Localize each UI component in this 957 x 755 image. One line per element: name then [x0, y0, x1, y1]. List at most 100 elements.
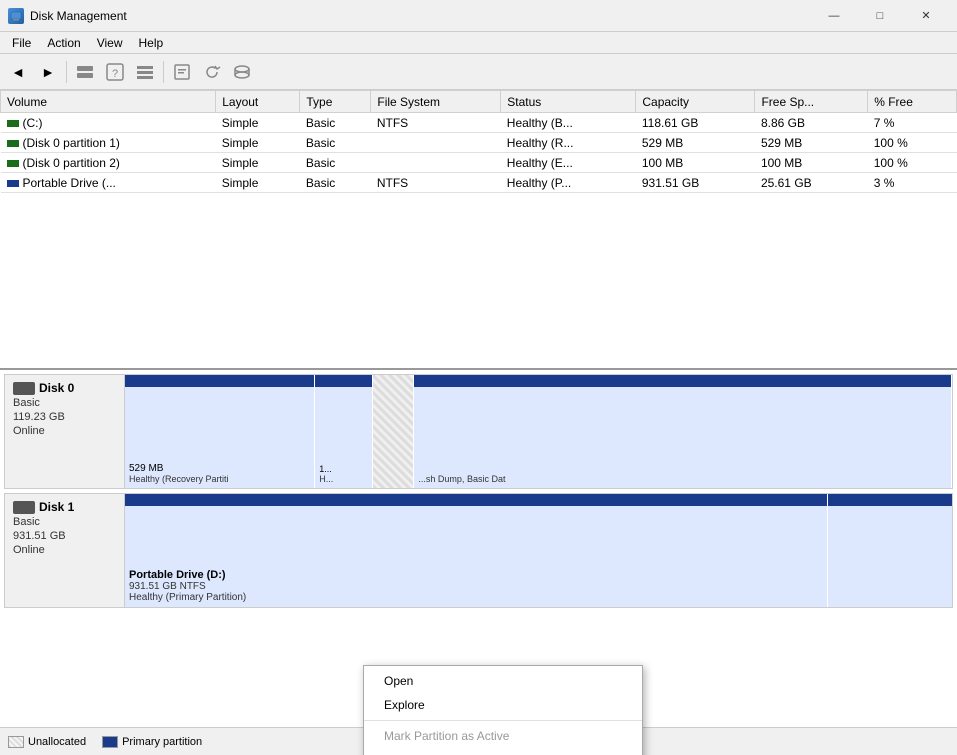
cell-status: Healthy (B...	[501, 113, 636, 133]
cell-layout: Simple	[216, 113, 300, 133]
forward-button[interactable]: ►	[34, 58, 62, 86]
disk-1-type: Basic	[13, 516, 116, 528]
window-title: Disk Management	[30, 9, 127, 23]
menu-help[interactable]: Help	[131, 32, 172, 54]
cell-type: Basic	[300, 153, 371, 173]
cell-layout: Simple	[216, 133, 300, 153]
col-free[interactable]: Free Sp...	[755, 91, 868, 113]
minimize-button[interactable]: —	[811, 0, 857, 32]
disk-0-row: Disk 0 Basic 119.23 GB Online 529 MB Hea…	[4, 374, 953, 489]
back-button[interactable]: ◄	[4, 58, 32, 86]
col-pct[interactable]: % Free	[868, 91, 957, 113]
context-menu-item[interactable]: Change Drive Letter and Paths…	[364, 748, 642, 755]
refresh-button[interactable]	[198, 58, 226, 86]
volume-table: Volume Layout Type File System Status Ca…	[0, 90, 957, 193]
context-menu-item[interactable]: Explore	[364, 693, 642, 717]
close-button[interactable]: ✕	[903, 0, 949, 32]
svg-text:?: ?	[112, 68, 118, 80]
disk-0-size: 119.23 GB	[13, 411, 116, 423]
disk-0-partition-1[interactable]: 529 MB Healthy (Recovery Partiti	[125, 375, 315, 488]
cell-volume: (Disk 0 partition 2)	[1, 153, 216, 173]
context-menu-separator	[364, 720, 642, 721]
cell-free: 100 MB	[755, 153, 868, 173]
cell-status: Healthy (R...	[501, 133, 636, 153]
cell-pct: 3 %	[868, 173, 957, 193]
disk-0-name: Disk 0	[13, 381, 116, 395]
legend-primary-swatch	[102, 736, 118, 748]
disk-1-row: Disk 1 Basic 931.51 GB Online Portable D…	[4, 493, 953, 608]
cell-capacity: 118.61 GB	[636, 113, 755, 133]
disk-button[interactable]	[228, 58, 256, 86]
menu-action[interactable]: Action	[39, 32, 88, 54]
disk-0-partition-3[interactable]: ...sh Dump, Basic Dat	[414, 375, 952, 488]
cell-capacity: 100 MB	[636, 153, 755, 173]
disk-0-partition-2[interactable]: 1... H...	[315, 375, 373, 488]
maximize-button[interactable]: □	[857, 0, 903, 32]
cell-pct: 7 %	[868, 113, 957, 133]
table-row[interactable]: (Disk 0 partition 2) Simple Basic Health…	[1, 153, 957, 173]
disk-0-status: Online	[13, 425, 116, 437]
cell-volume: (C:)	[1, 113, 216, 133]
table-row[interactable]: (Disk 0 partition 1) Simple Basic Health…	[1, 133, 957, 153]
cell-volume: Portable Drive (...	[1, 173, 216, 193]
disk-1-partition-2[interactable]	[828, 494, 952, 607]
cell-free: 529 MB	[755, 133, 868, 153]
cell-capacity: 931.51 GB	[636, 173, 755, 193]
cell-filesystem: NTFS	[371, 173, 501, 193]
cell-filesystem	[371, 133, 501, 153]
main-content: Volume Layout Type File System Status Ca…	[0, 90, 957, 755]
col-status[interactable]: Status	[501, 91, 636, 113]
table-row[interactable]: (C:) Simple Basic NTFS Healthy (B... 118…	[1, 113, 957, 133]
disk-1-partitions: Portable Drive (D:) 931.51 GB NTFS Healt…	[125, 494, 952, 607]
table-area: Volume Layout Type File System Status Ca…	[0, 90, 957, 370]
col-capacity[interactable]: Capacity	[636, 91, 755, 113]
legend-unallocated-label: Unallocated	[28, 736, 86, 748]
disk-0-type: Basic	[13, 397, 116, 409]
disk-1-name: Disk 1	[13, 500, 116, 514]
disk-1-label: Disk 1 Basic 931.51 GB Online	[5, 494, 125, 607]
cell-status: Healthy (E...	[501, 153, 636, 173]
menu-bar: File Action View Help	[0, 32, 957, 54]
context-menu-item[interactable]: Open	[364, 669, 642, 693]
toolbar-separator-2	[163, 61, 164, 83]
cell-status: Healthy (P...	[501, 173, 636, 193]
cell-capacity: 529 MB	[636, 133, 755, 153]
legend-unallocated-swatch	[8, 736, 24, 748]
app-icon	[8, 8, 24, 24]
cell-layout: Simple	[216, 173, 300, 193]
disk-0-label: Disk 0 Basic 119.23 GB Online	[5, 375, 125, 488]
context-menu-item: Mark Partition as Active	[364, 724, 642, 748]
col-type[interactable]: Type	[300, 91, 371, 113]
legend-unallocated: Unallocated	[8, 736, 86, 748]
cell-layout: Simple	[216, 153, 300, 173]
cell-type: Basic	[300, 173, 371, 193]
disk-view-button[interactable]	[71, 58, 99, 86]
disk-1-status: Online	[13, 544, 116, 556]
cell-pct: 100 %	[868, 153, 957, 173]
cell-type: Basic	[300, 133, 371, 153]
help-button[interactable]: ?	[101, 58, 129, 86]
title-bar: Disk Management — □ ✕	[0, 0, 957, 32]
cell-pct: 100 %	[868, 133, 957, 153]
disk-1-size: 931.51 GB	[13, 530, 116, 542]
col-volume[interactable]: Volume	[1, 91, 216, 113]
disk-0-partitions: 529 MB Healthy (Recovery Partiti 1... H.…	[125, 375, 952, 488]
list-view-button[interactable]	[131, 58, 159, 86]
toolbar: ◄ ► ?	[0, 54, 957, 90]
cell-filesystem: NTFS	[371, 113, 501, 133]
toolbar-separator-1	[66, 61, 67, 83]
context-menu: OpenExplore Mark Partition as ActiveChang…	[363, 665, 643, 755]
menu-file[interactable]: File	[4, 32, 39, 54]
disk-area: Disk 0 Basic 119.23 GB Online 529 MB Hea…	[0, 370, 957, 755]
menu-view[interactable]: View	[89, 32, 131, 54]
col-filesystem[interactable]: File System	[371, 91, 501, 113]
cell-free: 25.61 GB	[755, 173, 868, 193]
disk-1-partition-1[interactable]: Portable Drive (D:) 931.51 GB NTFS Healt…	[125, 494, 828, 607]
properties-button[interactable]	[168, 58, 196, 86]
cell-filesystem	[371, 153, 501, 173]
col-layout[interactable]: Layout	[216, 91, 300, 113]
legend-primary-label: Primary partition	[122, 736, 202, 748]
table-row[interactable]: Portable Drive (... Simple Basic NTFS He…	[1, 173, 957, 193]
disk-0-unallocated	[373, 375, 414, 488]
cell-volume: (Disk 0 partition 1)	[1, 133, 216, 153]
